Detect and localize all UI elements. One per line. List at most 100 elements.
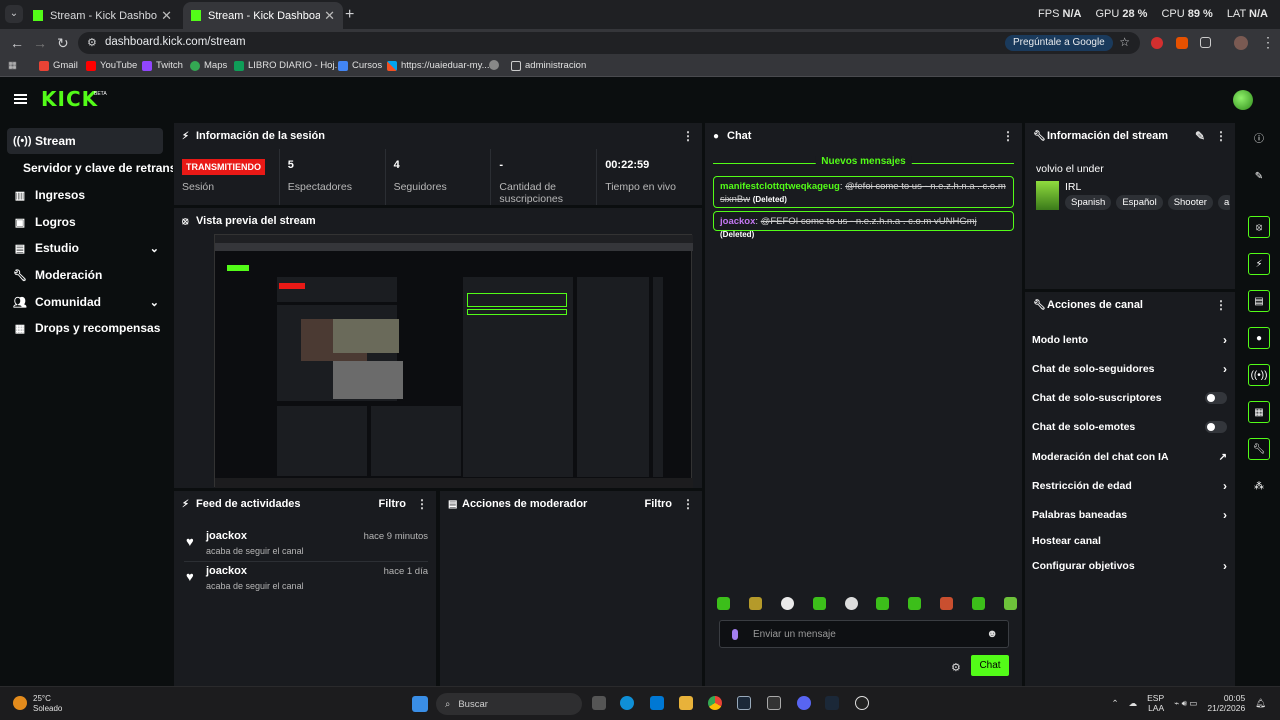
edge-icon[interactable]	[620, 696, 634, 710]
activity-toggle-icon[interactable]: ⚡︎	[1248, 253, 1270, 275]
action-slow-mode[interactable]: Modo lento ›	[1032, 329, 1227, 351]
windows-start-icon[interactable]	[412, 696, 428, 712]
emote-icon[interactable]	[972, 597, 985, 610]
sidebar-item-logros[interactable]: ▣ Logros	[7, 209, 163, 235]
emote-icon[interactable]	[1003, 597, 1017, 610]
tools-toggle-icon[interactable]: 🔧︎	[1248, 438, 1270, 460]
edit-pencil-icon[interactable]: ✎	[1248, 166, 1270, 188]
task-view-icon[interactable]	[592, 696, 606, 710]
microphone-icon[interactable]	[732, 629, 738, 640]
feed-user[interactable]: joackox	[206, 530, 247, 542]
emoji-picker-icon[interactable]: ☻	[986, 628, 998, 640]
cloud-icon[interactable]: ☁	[1129, 698, 1138, 709]
sidebar-item-moderacion[interactable]: 🔧︎ Moderación	[7, 262, 163, 288]
steam-icon-2[interactable]	[825, 696, 839, 710]
ask-google-button[interactable]: Pregúntale a Google	[1005, 35, 1113, 51]
bookmark-uaieduar[interactable]: https://uaieduar-my...	[387, 60, 490, 71]
notes-toggle-icon[interactable]: ▤	[1248, 290, 1270, 312]
tab-close-icon[interactable]: ✕	[161, 8, 172, 24]
emotes-only-toggle[interactable]	[1205, 421, 1227, 433]
sidebar-item-comunidad[interactable]: 👥︎ Comunidad ⌄	[7, 289, 163, 315]
apps-grid-icon[interactable]: ▦	[8, 60, 17, 71]
more-options-icon[interactable]: ⋮	[682, 129, 694, 143]
feed-user[interactable]: joackox	[206, 565, 247, 577]
obs-icon[interactable]	[855, 696, 869, 710]
clock[interactable]: 00:05 21/2/2026	[1207, 693, 1245, 713]
emote-icon[interactable]	[780, 597, 794, 610]
action-host-channel[interactable]: Hostear canal	[1032, 530, 1227, 552]
chat-username[interactable]: manifestclottqtweqkageug	[720, 181, 840, 192]
notifications-bell-icon[interactable]: 🔔︎	[1255, 698, 1266, 709]
emote-icon[interactable]	[717, 597, 730, 610]
sidebar-item-server-key[interactable]: Servidor y clave de retransmisión	[17, 155, 173, 181]
bookmark-maps[interactable]: Maps	[190, 60, 227, 71]
tab-close-icon[interactable]: ✕	[324, 8, 335, 24]
chat-message[interactable]: manifestclottqtweqkageug: @fefoi come to…	[713, 176, 1014, 208]
address-bar[interactable]: ⚙ dashboard.kick.com/stream Pregúntale a…	[78, 32, 1140, 54]
more-options-icon[interactable]: ⋮	[416, 497, 428, 511]
menu-hamburger-icon[interactable]	[14, 94, 27, 104]
action-banned-words[interactable]: Palabras baneadas ›	[1032, 504, 1227, 526]
bookmark-libro-diario[interactable]: LIBRO DIARIO - Hoj...	[234, 60, 343, 71]
chat-toggle-icon[interactable]: ●	[1248, 327, 1270, 349]
emote-icon[interactable]	[876, 597, 890, 610]
weather-widget[interactable]: 25°C Soleado	[13, 694, 62, 714]
taskbar-search[interactable]: ⌕ Buscar	[436, 693, 582, 715]
forward-icon[interactable]: →	[33, 35, 47, 51]
file-explorer-icon[interactable]	[679, 696, 693, 710]
sidebar-item-ingresos[interactable]: ▥ Ingresos	[7, 182, 163, 208]
chat-message[interactable]: joackox: @FEFOI come to us - n.e.z.h.n.a…	[713, 211, 1014, 239]
steam-icon[interactable]	[737, 696, 751, 710]
action-age-restriction[interactable]: Restricción de edad ›	[1032, 475, 1227, 497]
more-options-icon[interactable]: ⋮	[1002, 129, 1014, 143]
emote-icon[interactable]	[844, 597, 858, 610]
chat-settings-gear-icon[interactable]: ⚙	[951, 661, 961, 674]
address-url[interactable]: dashboard.kick.com/stream	[105, 36, 246, 48]
bookmark-globe[interactable]	[489, 60, 499, 70]
chat-input-placeholder[interactable]: Enviar un mensaje	[753, 629, 836, 640]
more-options-icon[interactable]: ⋮	[1215, 129, 1227, 143]
more-options-icon[interactable]: ⋮	[682, 497, 694, 511]
new-tab-button[interactable]: +	[345, 6, 354, 24]
stream-preview-video[interactable]	[214, 234, 693, 488]
emote-icon[interactable]	[908, 597, 922, 610]
reload-icon[interactable]: ↻	[57, 35, 69, 52]
layout-toggle-icon[interactable]: ▦	[1248, 401, 1270, 423]
chat-input[interactable]: Enviar un mensaje ☻	[719, 620, 1009, 648]
preview-toggle-icon[interactable]: ⦻	[1248, 216, 1270, 238]
bookmark-folder-administracion[interactable]: administracion	[511, 60, 586, 71]
bookmark-star-icon[interactable]: ☆	[1119, 35, 1130, 49]
browser-menu-icon[interactable]: ⋮	[1261, 34, 1275, 51]
emote-icon[interactable]	[812, 597, 826, 610]
sidebar-item-estudio[interactable]: ▤ Estudio ⌄	[7, 235, 163, 261]
emote-icon[interactable]	[748, 597, 762, 610]
bookmark-gmail[interactable]: Gmail	[39, 60, 78, 71]
profile-avatar-icon[interactable]	[1234, 36, 1248, 50]
kick-logo[interactable]: KICK	[41, 89, 98, 109]
store-icon[interactable]	[650, 696, 664, 710]
browser-tab[interactable]: Stream - Kick Dashboard ✕	[25, 2, 180, 29]
action-followers-only[interactable]: Chat de solo-seguidores ›	[1032, 358, 1227, 380]
tray-chevron-up-icon[interactable]: ⌃	[1112, 698, 1119, 709]
filter-button[interactable]: Filtro	[645, 498, 673, 510]
edit-pencil-icon[interactable]: ✎	[1195, 129, 1205, 143]
tab-search-button[interactable]: ⌄	[5, 5, 23, 23]
emote-icon[interactable]	[940, 597, 954, 610]
bookmark-youtube[interactable]: YouTube	[86, 60, 137, 71]
filter-button[interactable]: Filtro	[379, 498, 407, 510]
sidebar-item-stream[interactable]: ((•)) Stream	[7, 128, 163, 154]
back-icon[interactable]: ←	[10, 35, 24, 51]
bookmark-twitch[interactable]: Twitch	[142, 60, 183, 71]
sidebar-item-drops[interactable]: ▦ Drops y recompensas	[7, 315, 163, 341]
extension-icon[interactable]	[1176, 37, 1188, 49]
user-avatar[interactable]	[1233, 90, 1253, 110]
chat-send-button[interactable]: Chat	[971, 655, 1009, 676]
action-configure-goals[interactable]: Configurar objetivos ›	[1032, 555, 1227, 577]
info-icon[interactable]: ⓘ	[1248, 129, 1270, 151]
epic-games-icon[interactable]	[767, 696, 781, 710]
broadcast-toggle-icon[interactable]: ((•))	[1248, 364, 1270, 386]
browser-tab-active[interactable]: Stream - Kick Dashboard ✕	[183, 2, 343, 29]
widgets-icon[interactable]: ⁂	[1248, 476, 1270, 498]
subscribers-only-toggle[interactable]	[1205, 392, 1227, 404]
wifi-volume-battery-icons[interactable]: ⌁ 🔊︎ ▭	[1174, 698, 1197, 709]
